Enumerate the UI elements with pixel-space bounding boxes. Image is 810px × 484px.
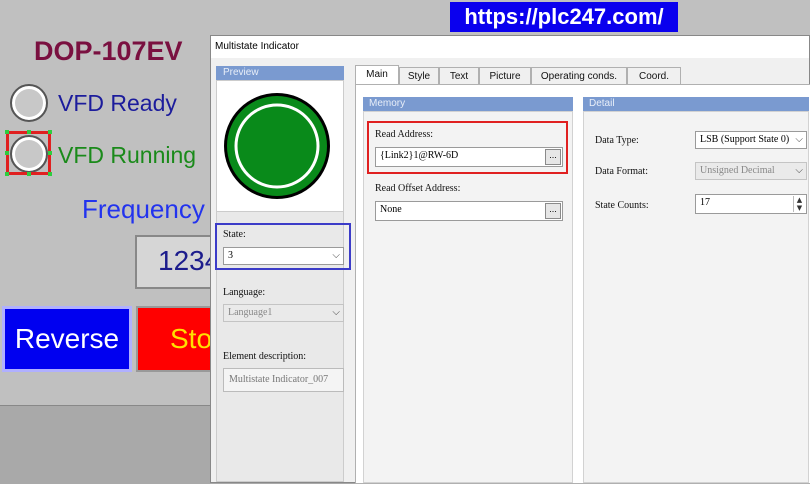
- tab-style[interactable]: Style: [399, 67, 439, 85]
- read-offset-browse-button[interactable]: ...: [545, 203, 561, 219]
- preview-box: [216, 80, 344, 212]
- resize-handle[interactable]: [48, 151, 52, 155]
- multistate-indicator-dialog: Multistate Indicator Preview State: 3 ⌵ …: [210, 35, 810, 484]
- element-description-label: Element description:: [223, 351, 307, 362]
- watermark-url: https://plc247.com/: [450, 2, 678, 32]
- data-type-value: LSB (Support State 0): [700, 134, 790, 145]
- read-address-browse-button[interactable]: ...: [545, 149, 561, 165]
- detail-header: Detail: [583, 97, 809, 111]
- resize-handle[interactable]: [5, 172, 9, 176]
- state-value: 3: [228, 250, 233, 261]
- selection-frame: [6, 131, 51, 175]
- tab-operating-conds[interactable]: Operating conds.: [531, 67, 627, 85]
- language-value: Language1: [228, 307, 273, 318]
- chevron-down-icon: ⌵: [332, 307, 340, 318]
- dialog-title: Multistate Indicator: [211, 36, 809, 58]
- state-label: State:: [223, 229, 246, 240]
- resize-handle[interactable]: [5, 130, 9, 134]
- resize-handle[interactable]: [5, 151, 9, 155]
- data-type-select[interactable]: LSB (Support State 0) ⌵: [695, 131, 807, 149]
- resize-handle[interactable]: [27, 172, 31, 176]
- tab-coord[interactable]: Coord.: [627, 67, 681, 85]
- read-address-value: {Link2}1@RW-6D: [380, 150, 459, 161]
- language-select[interactable]: Language1 ⌵: [223, 304, 344, 322]
- resize-handle[interactable]: [48, 172, 52, 176]
- chevron-down-icon: ⌵: [332, 250, 340, 261]
- green-indicator-icon: [224, 93, 330, 199]
- data-format-value: Unsigned Decimal: [700, 165, 775, 176]
- data-format-label: Data Format:: [595, 166, 649, 177]
- read-offset-value: None: [380, 204, 402, 215]
- state-counts-value: 17: [700, 197, 710, 208]
- chevron-down-icon: ⌵: [795, 165, 803, 176]
- state-counts-label: State Counts:: [595, 200, 649, 211]
- chevron-down-icon: ⌵: [795, 134, 803, 145]
- tab-text[interactable]: Text: [439, 67, 479, 85]
- read-offset-input[interactable]: None: [375, 201, 563, 221]
- vfd-ready-lamp[interactable]: [10, 84, 48, 122]
- vfd-ready-label: VFD Ready: [58, 90, 177, 116]
- state-counts-input[interactable]: 17 ▲ ▼: [695, 194, 807, 214]
- frequency-label: Frequency: [82, 194, 205, 224]
- read-offset-label: Read Offset Address:: [375, 183, 461, 194]
- state-select[interactable]: 3 ⌵: [223, 247, 344, 265]
- preview-header: Preview: [216, 66, 344, 80]
- resize-handle[interactable]: [48, 130, 52, 134]
- element-description-field[interactable]: Multistate Indicator_007: [223, 368, 344, 392]
- vfd-running-label: VFD Running: [58, 142, 197, 168]
- model-title: DOP-107EV: [34, 36, 183, 66]
- memory-header: Memory: [363, 97, 573, 111]
- tab-main[interactable]: Main: [355, 65, 399, 86]
- resize-handle[interactable]: [27, 130, 31, 134]
- read-address-label: Read Address:: [375, 129, 434, 140]
- data-type-label: Data Type:: [595, 135, 639, 146]
- tab-picture[interactable]: Picture: [479, 67, 531, 85]
- data-format-select[interactable]: Unsigned Decimal ⌵: [695, 162, 807, 180]
- reverse-button[interactable]: Reverse: [2, 306, 132, 372]
- language-label: Language:: [223, 287, 266, 298]
- spinner-icon[interactable]: ▲ ▼: [793, 196, 805, 212]
- read-address-input[interactable]: {Link2}1@RW-6D: [375, 147, 563, 167]
